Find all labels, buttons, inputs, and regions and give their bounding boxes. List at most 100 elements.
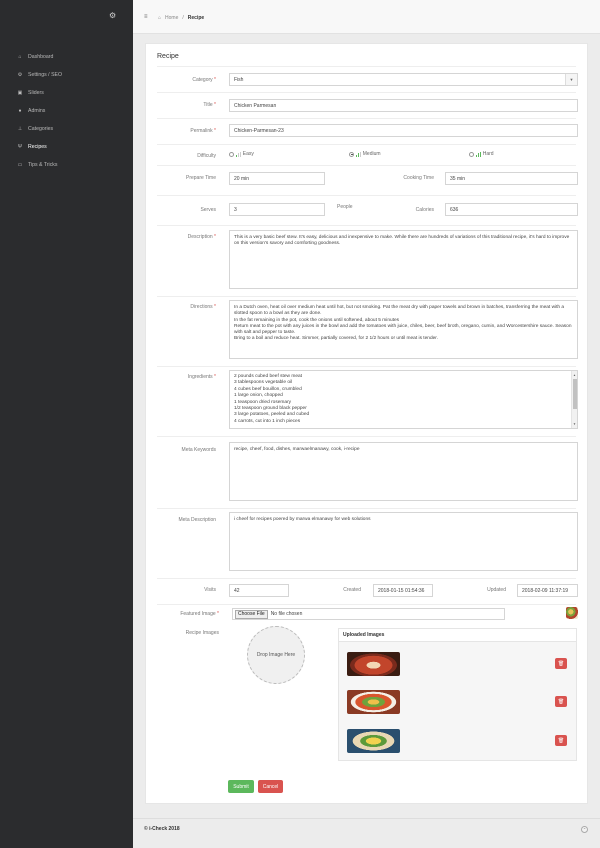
sidebar-item-recipes[interactable]: Ψ Recipes	[0, 138, 133, 156]
title-input[interactable]: Chicken Parmesan	[229, 99, 578, 112]
card-icon: ▭	[17, 162, 23, 168]
label-text: Permalink	[190, 128, 213, 134]
directions-line: Bring to a boil and reduce heat. Simmer,…	[234, 336, 438, 342]
file-status: No file chosen	[270, 611, 303, 617]
submit-button[interactable]: Submit	[228, 780, 254, 793]
updated-input[interactable]: 2018-02-09 11:37:19	[517, 584, 578, 597]
divider	[157, 195, 576, 196]
trash-icon[interactable]: 🗑	[555, 735, 567, 746]
scroll-down-icon[interactable]: ▼	[573, 421, 576, 427]
permalink-input[interactable]: Chicken-Parmesan-23	[229, 124, 578, 137]
home-icon: ⌂	[158, 15, 162, 21]
sidebar-item-tips[interactable]: ▭ Tips & Tricks	[0, 156, 133, 174]
breadcrumb-current: Recipe	[187, 15, 205, 21]
sidebar-item-label: Tips & Tricks	[28, 162, 58, 168]
directions-line: Return meat to the pot with any juices i…	[234, 323, 572, 336]
difficulty-easy-radio[interactable]: Easy	[229, 151, 254, 157]
recipe-images-label: Recipe Images	[185, 630, 219, 636]
label-text: Directions	[190, 304, 213, 310]
home-icon: ⌂	[18, 54, 22, 60]
radio-circle	[229, 151, 234, 157]
choose-file-button[interactable]: Choose File	[235, 609, 268, 619]
uploaded-image-thumbnail	[347, 652, 400, 676]
cancel-button[interactable]: Cancel	[258, 780, 283, 793]
required-mark: *	[214, 102, 216, 108]
sidebar-item-label: Categories	[28, 126, 54, 132]
featured-image-file-input[interactable]: Choose File No file chosen	[232, 608, 505, 620]
sitemap-icon: ⊥	[17, 126, 23, 132]
meta-keywords-textarea[interactable]: recipe, cheef, food, dishes, marwaelmana…	[229, 442, 578, 501]
label-text: Featured Image	[180, 611, 216, 617]
required-mark: *	[214, 77, 216, 83]
sidebar-item-label: Recipes	[28, 144, 47, 150]
permalink-label: Permalink *	[146, 128, 216, 134]
image-dropzone[interactable]: Drop Image Here	[247, 626, 305, 684]
sidebar-item-sliders[interactable]: ▣ Sliders	[0, 84, 133, 102]
description-textarea[interactable]: This is a very basic beef stew. It's eas…	[229, 230, 578, 289]
ingredient-line: 4 carrots, cut into 1 inch pieces	[234, 418, 301, 424]
label-text: Ingredients	[187, 374, 213, 380]
meta-description-label: Meta Description	[178, 517, 216, 523]
sidebar-item-label: Admins	[28, 108, 46, 114]
sidebar-item-label: Dashboard	[28, 54, 54, 60]
required-mark: *	[214, 304, 216, 310]
created-input[interactable]: 2018-01-15 01:54:36	[373, 584, 433, 597]
people-label: People	[337, 204, 353, 210]
category-value: Fish	[234, 76, 244, 83]
user-icon: ●	[18, 108, 22, 114]
required-mark: *	[214, 234, 216, 240]
menu-toggle-icon[interactable]: ≡	[144, 14, 148, 20]
label-text: Description	[187, 234, 213, 240]
divider	[157, 604, 576, 605]
breadcrumb: ⌂ Home / Recipe	[158, 15, 204, 21]
category-label: Category *	[146, 77, 216, 83]
signal-bars-icon	[476, 151, 481, 157]
cogs-icon: ⚙	[17, 72, 23, 78]
cooking-time-label: Cooking Time	[403, 175, 434, 181]
divider	[157, 92, 576, 93]
uploaded-images-panel: Uploaded Images 🗑 🗑 🗑	[338, 628, 577, 761]
directions-textarea[interactable]: In a Dutch oven, heat oil over medium he…	[229, 300, 578, 359]
sidebar-item-admins[interactable]: ● Admins	[0, 102, 133, 120]
meta-keywords-label: Meta Keywords	[181, 447, 216, 453]
textarea-scrollbar[interactable]: ▲ ▼	[571, 371, 577, 428]
radio-label: Easy	[242, 151, 254, 157]
difficulty-medium-radio[interactable]: Medium	[349, 151, 381, 157]
label-text: Category	[192, 77, 213, 83]
scroll-top-icon[interactable]: ⌃	[581, 826, 588, 833]
difficulty-hard-radio[interactable]: Hard	[469, 151, 494, 157]
prepare-time-input[interactable]: 20 min	[229, 172, 325, 185]
required-mark: *	[214, 128, 216, 134]
scrollbar-thumb[interactable]	[573, 379, 577, 409]
sidebar-item-dashboard[interactable]: ⌂ Dashboard	[0, 48, 133, 66]
radio-label: Medium	[362, 151, 381, 157]
ingredients-textarea[interactable]: 2 pounds cubed beef stew meat 3 tablespo…	[229, 370, 578, 429]
calories-input[interactable]: 636	[445, 203, 578, 216]
uploaded-image-thumbnail	[347, 729, 400, 753]
trash-icon[interactable]: 🗑	[555, 658, 567, 669]
prepare-time-label: Prepare Time	[185, 175, 216, 181]
visits-input[interactable]: 42	[229, 584, 289, 597]
serves-input[interactable]: 3	[229, 203, 325, 216]
footer-copyright: © i-Check 2018	[144, 826, 180, 832]
divider	[157, 118, 576, 119]
description-label: Description *	[146, 234, 216, 240]
serves-label: Serves	[200, 207, 216, 213]
meta-description-textarea[interactable]: i cheef for recipes poered by marwa elma…	[229, 512, 578, 571]
divider	[157, 144, 576, 145]
label-text: Title	[203, 102, 213, 108]
sidebar-item-categories[interactable]: ⊥ Categories	[0, 120, 133, 138]
scroll-up-icon[interactable]: ▲	[573, 372, 576, 378]
page-title: Recipe	[157, 53, 179, 60]
breadcrumb-home-link[interactable]: Home	[165, 15, 178, 21]
signal-bars-icon	[356, 151, 361, 157]
divider	[157, 165, 576, 166]
sidebar-item-settings[interactable]: ⚙ Settings / SEO	[0, 66, 133, 84]
cooking-time-input[interactable]: 35 min	[445, 172, 578, 185]
category-select[interactable]: Fish ▼	[229, 73, 578, 86]
image-icon: ▣	[17, 90, 23, 96]
radio-label: Hard	[482, 151, 494, 157]
trash-icon[interactable]: 🗑	[555, 696, 567, 707]
gear-icon[interactable]: ⚙	[109, 12, 117, 20]
directions-label: Directions *	[146, 304, 216, 310]
